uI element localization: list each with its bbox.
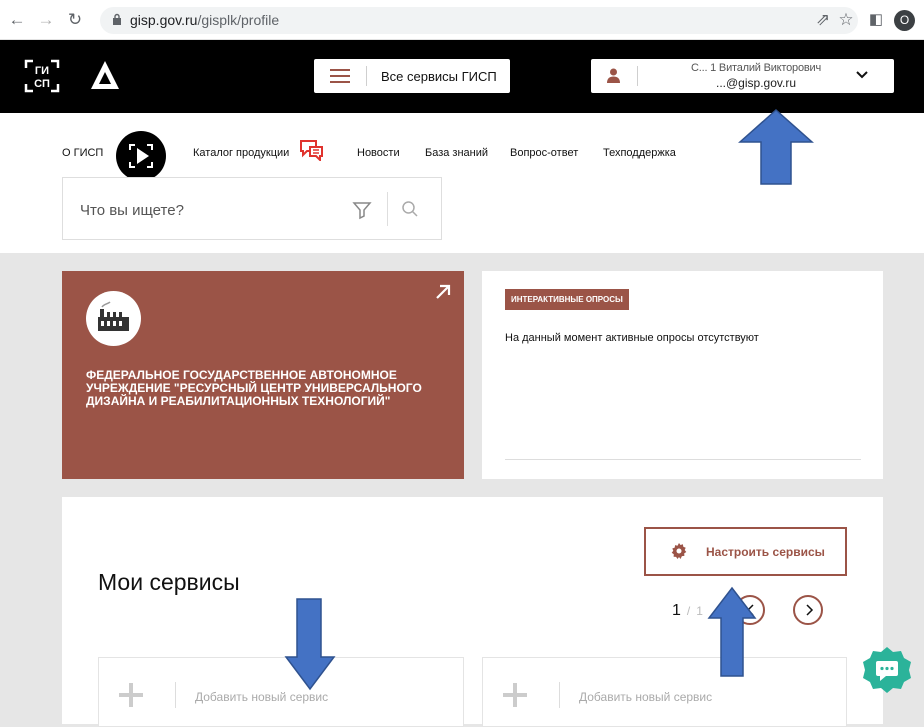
- page-current: 1: [672, 602, 681, 619]
- svg-text:ГИ: ГИ: [35, 65, 49, 77]
- nav-link-catalog[interactable]: Каталог продукции: [193, 147, 289, 159]
- configure-services-button[interactable]: Настроить сервисы: [644, 527, 847, 576]
- browser-profile-avatar[interactable]: O: [894, 10, 915, 31]
- my-services-panel: Мои сервисы Настроить сервисы 1 / 1 Добави…: [62, 497, 883, 727]
- search-icon[interactable]: [401, 200, 419, 218]
- nav-link-knowledge-base[interactable]: База знаний: [425, 147, 488, 159]
- user-email: ...@gisp.gov.ru: [716, 76, 796, 90]
- gear-icon: [671, 543, 687, 559]
- nav-link-faq[interactable]: Вопрос-ответ: [510, 147, 578, 159]
- user-icon: [607, 68, 620, 83]
- annotation-arrow-down: [284, 598, 336, 691]
- divider: [366, 66, 367, 86]
- all-services-button[interactable]: Все сервисы ГИСП: [314, 59, 510, 93]
- surveys-message: На данный момент активные опросы отсутст…: [505, 332, 759, 344]
- annotation-arrow-up: [707, 586, 757, 677]
- chat-bubbles-icon[interactable]: [298, 139, 325, 161]
- hamburger-menu-icon: [330, 69, 350, 83]
- chevron-right-icon: [806, 604, 814, 616]
- add-service-label: Добавить новый сервис: [579, 690, 713, 704]
- configure-services-label: Настроить сервисы: [706, 545, 825, 559]
- share-icon[interactable]: ⇗: [812, 9, 834, 31]
- next-page-button[interactable]: [793, 595, 823, 625]
- bookmark-star-icon[interactable]: ☆: [835, 9, 857, 31]
- add-service-label: Добавить новый сервис: [195, 690, 329, 704]
- all-services-label: Все сервисы ГИСП: [381, 69, 497, 84]
- add-service-slot[interactable]: Добавить новый сервис: [98, 657, 464, 727]
- divider: [505, 459, 861, 460]
- divider: [559, 682, 560, 708]
- plus-icon: [503, 683, 527, 707]
- chevron-down-icon: [856, 71, 868, 79]
- organization-card[interactable]: ФЕДЕРАЛЬНОЕ ГОСУДАРСТВЕННОЕ АВТОНОМНОЕ У…: [62, 271, 464, 479]
- add-service-slot[interactable]: Добавить новый сервис: [482, 657, 847, 727]
- search-placeholder: Что вы ищете?: [80, 202, 184, 219]
- factory-avatar-icon: [86, 291, 141, 346]
- nav-link-about[interactable]: О ГИСП: [62, 147, 103, 159]
- external-link-arrow-icon[interactable]: [434, 283, 452, 301]
- user-account-dropdown[interactable]: С... 1 Виталий Викторович ...@gisp.gov.r…: [591, 59, 894, 93]
- organization-name: ФЕДЕРАЛЬНОЕ ГОСУДАРСТВЕННОЕ АВТОНОМНОЕ У…: [86, 368, 422, 408]
- reload-icon[interactable]: ↻: [64, 9, 86, 31]
- address-bar[interactable]: gisp.gov.ru/gisplk/profile: [100, 7, 858, 34]
- nav-link-support[interactable]: Техподдержка: [603, 147, 676, 159]
- lock-icon: [113, 13, 121, 25]
- surveys-badge: ИНТЕРАКТИВНЫЕ ОПРОСЫ: [505, 289, 629, 310]
- filter-icon[interactable]: [352, 200, 372, 220]
- gisp-logo-icon[interactable]: ГИ СП: [24, 59, 60, 93]
- divider: [175, 682, 176, 708]
- side-panel-icon[interactable]: ◧: [865, 9, 887, 31]
- divider: [637, 66, 638, 86]
- forward-arrow-icon[interactable]: →: [35, 9, 57, 31]
- support-chat-button[interactable]: [862, 646, 912, 696]
- surveys-card: ИНТЕРАКТИВНЫЕ ОПРОСЫ На данный момент ак…: [482, 271, 883, 479]
- video-play-icon[interactable]: [116, 131, 166, 181]
- page-total: 1: [696, 604, 703, 618]
- svg-text:СП: СП: [34, 78, 50, 90]
- site-header: ГИ СП Все сервисы ГИСП С... 1 Виталий Ви…: [0, 40, 924, 113]
- back-arrow-icon[interactable]: ←: [6, 9, 28, 31]
- user-name: С... 1 Виталий Викторович: [690, 62, 822, 74]
- search-field[interactable]: Что вы ищете?: [62, 177, 442, 240]
- divider: [387, 192, 388, 226]
- nav-link-news[interactable]: Новости: [357, 147, 400, 159]
- url-text: gisp.gov.ru/gisplk/profile: [130, 12, 280, 28]
- ministry-triangle-logo-icon[interactable]: [90, 60, 120, 90]
- my-services-title: Мои сервисы: [98, 569, 240, 595]
- page-separator: /: [686, 604, 691, 618]
- pagination-indicator: 1 / 1: [672, 602, 703, 620]
- browser-toolbar: ← → ↻ gisp.gov.ru/gisplk/profile ⇗ ☆ ◧ O: [0, 0, 924, 40]
- annotation-arrow-up: [738, 108, 814, 185]
- plus-icon: [119, 683, 143, 707]
